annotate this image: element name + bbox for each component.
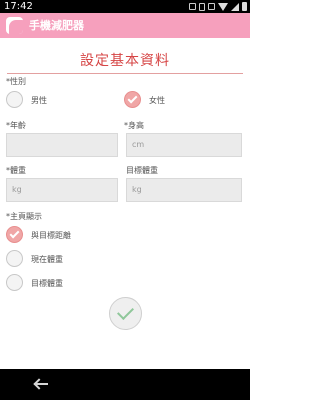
gender-female-radio[interactable] xyxy=(124,91,141,108)
height-label: *身高 xyxy=(124,121,144,130)
display-distance-radio[interactable] xyxy=(6,226,23,243)
target-weight-input[interactable]: kg xyxy=(126,178,242,202)
weight-label: *體重 xyxy=(6,166,26,175)
page-title: 設定基本資料 xyxy=(80,53,170,69)
checkmark-icon xyxy=(9,228,20,239)
target-weight-placeholder: kg xyxy=(132,185,142,194)
checkmark-icon xyxy=(127,93,138,104)
status-icons xyxy=(189,2,247,11)
age-label: *年齡 xyxy=(6,121,26,130)
display-current-weight-radio[interactable] xyxy=(6,250,23,267)
gender-male-label[interactable]: 男性 xyxy=(31,96,47,106)
age-input[interactable] xyxy=(6,133,118,157)
app-logo-icon xyxy=(6,17,23,34)
display-target-weight-label[interactable]: 目標體重 xyxy=(31,279,63,289)
display-distance-label[interactable]: 與目標距離 xyxy=(31,231,71,241)
back-button[interactable] xyxy=(33,377,49,391)
title-divider xyxy=(7,73,243,74)
signal-icon xyxy=(231,2,239,11)
app-title: 手機減肥器 xyxy=(29,19,84,32)
weight-placeholder: kg xyxy=(12,185,22,194)
check-icon xyxy=(117,303,134,320)
height-input[interactable]: cm xyxy=(126,133,242,157)
app-bar: 手機減肥器 xyxy=(0,13,250,38)
homepage-display-label: *主頁顯示 xyxy=(6,212,42,221)
notification-icon xyxy=(189,3,196,10)
status-bar: 17:42 xyxy=(0,0,250,13)
wifi-icon xyxy=(218,2,228,11)
status-time: 17:42 xyxy=(4,1,33,12)
gender-male-radio[interactable] xyxy=(6,91,23,108)
target-weight-label: 目標體重 xyxy=(126,166,158,175)
vibrate-icon xyxy=(199,2,205,11)
gender-female-label[interactable]: 女性 xyxy=(149,96,165,106)
mute-icon xyxy=(208,3,215,10)
weight-input[interactable]: kg xyxy=(6,178,118,202)
display-current-weight-label[interactable]: 現在體重 xyxy=(31,255,63,265)
display-target-weight-radio[interactable] xyxy=(6,274,23,291)
height-placeholder: cm xyxy=(132,140,145,149)
gender-label: *性別 xyxy=(6,77,26,86)
battery-icon xyxy=(242,2,247,11)
navigation-bar xyxy=(0,369,250,400)
back-arrow-icon xyxy=(33,377,49,391)
confirm-button[interactable] xyxy=(109,297,142,330)
